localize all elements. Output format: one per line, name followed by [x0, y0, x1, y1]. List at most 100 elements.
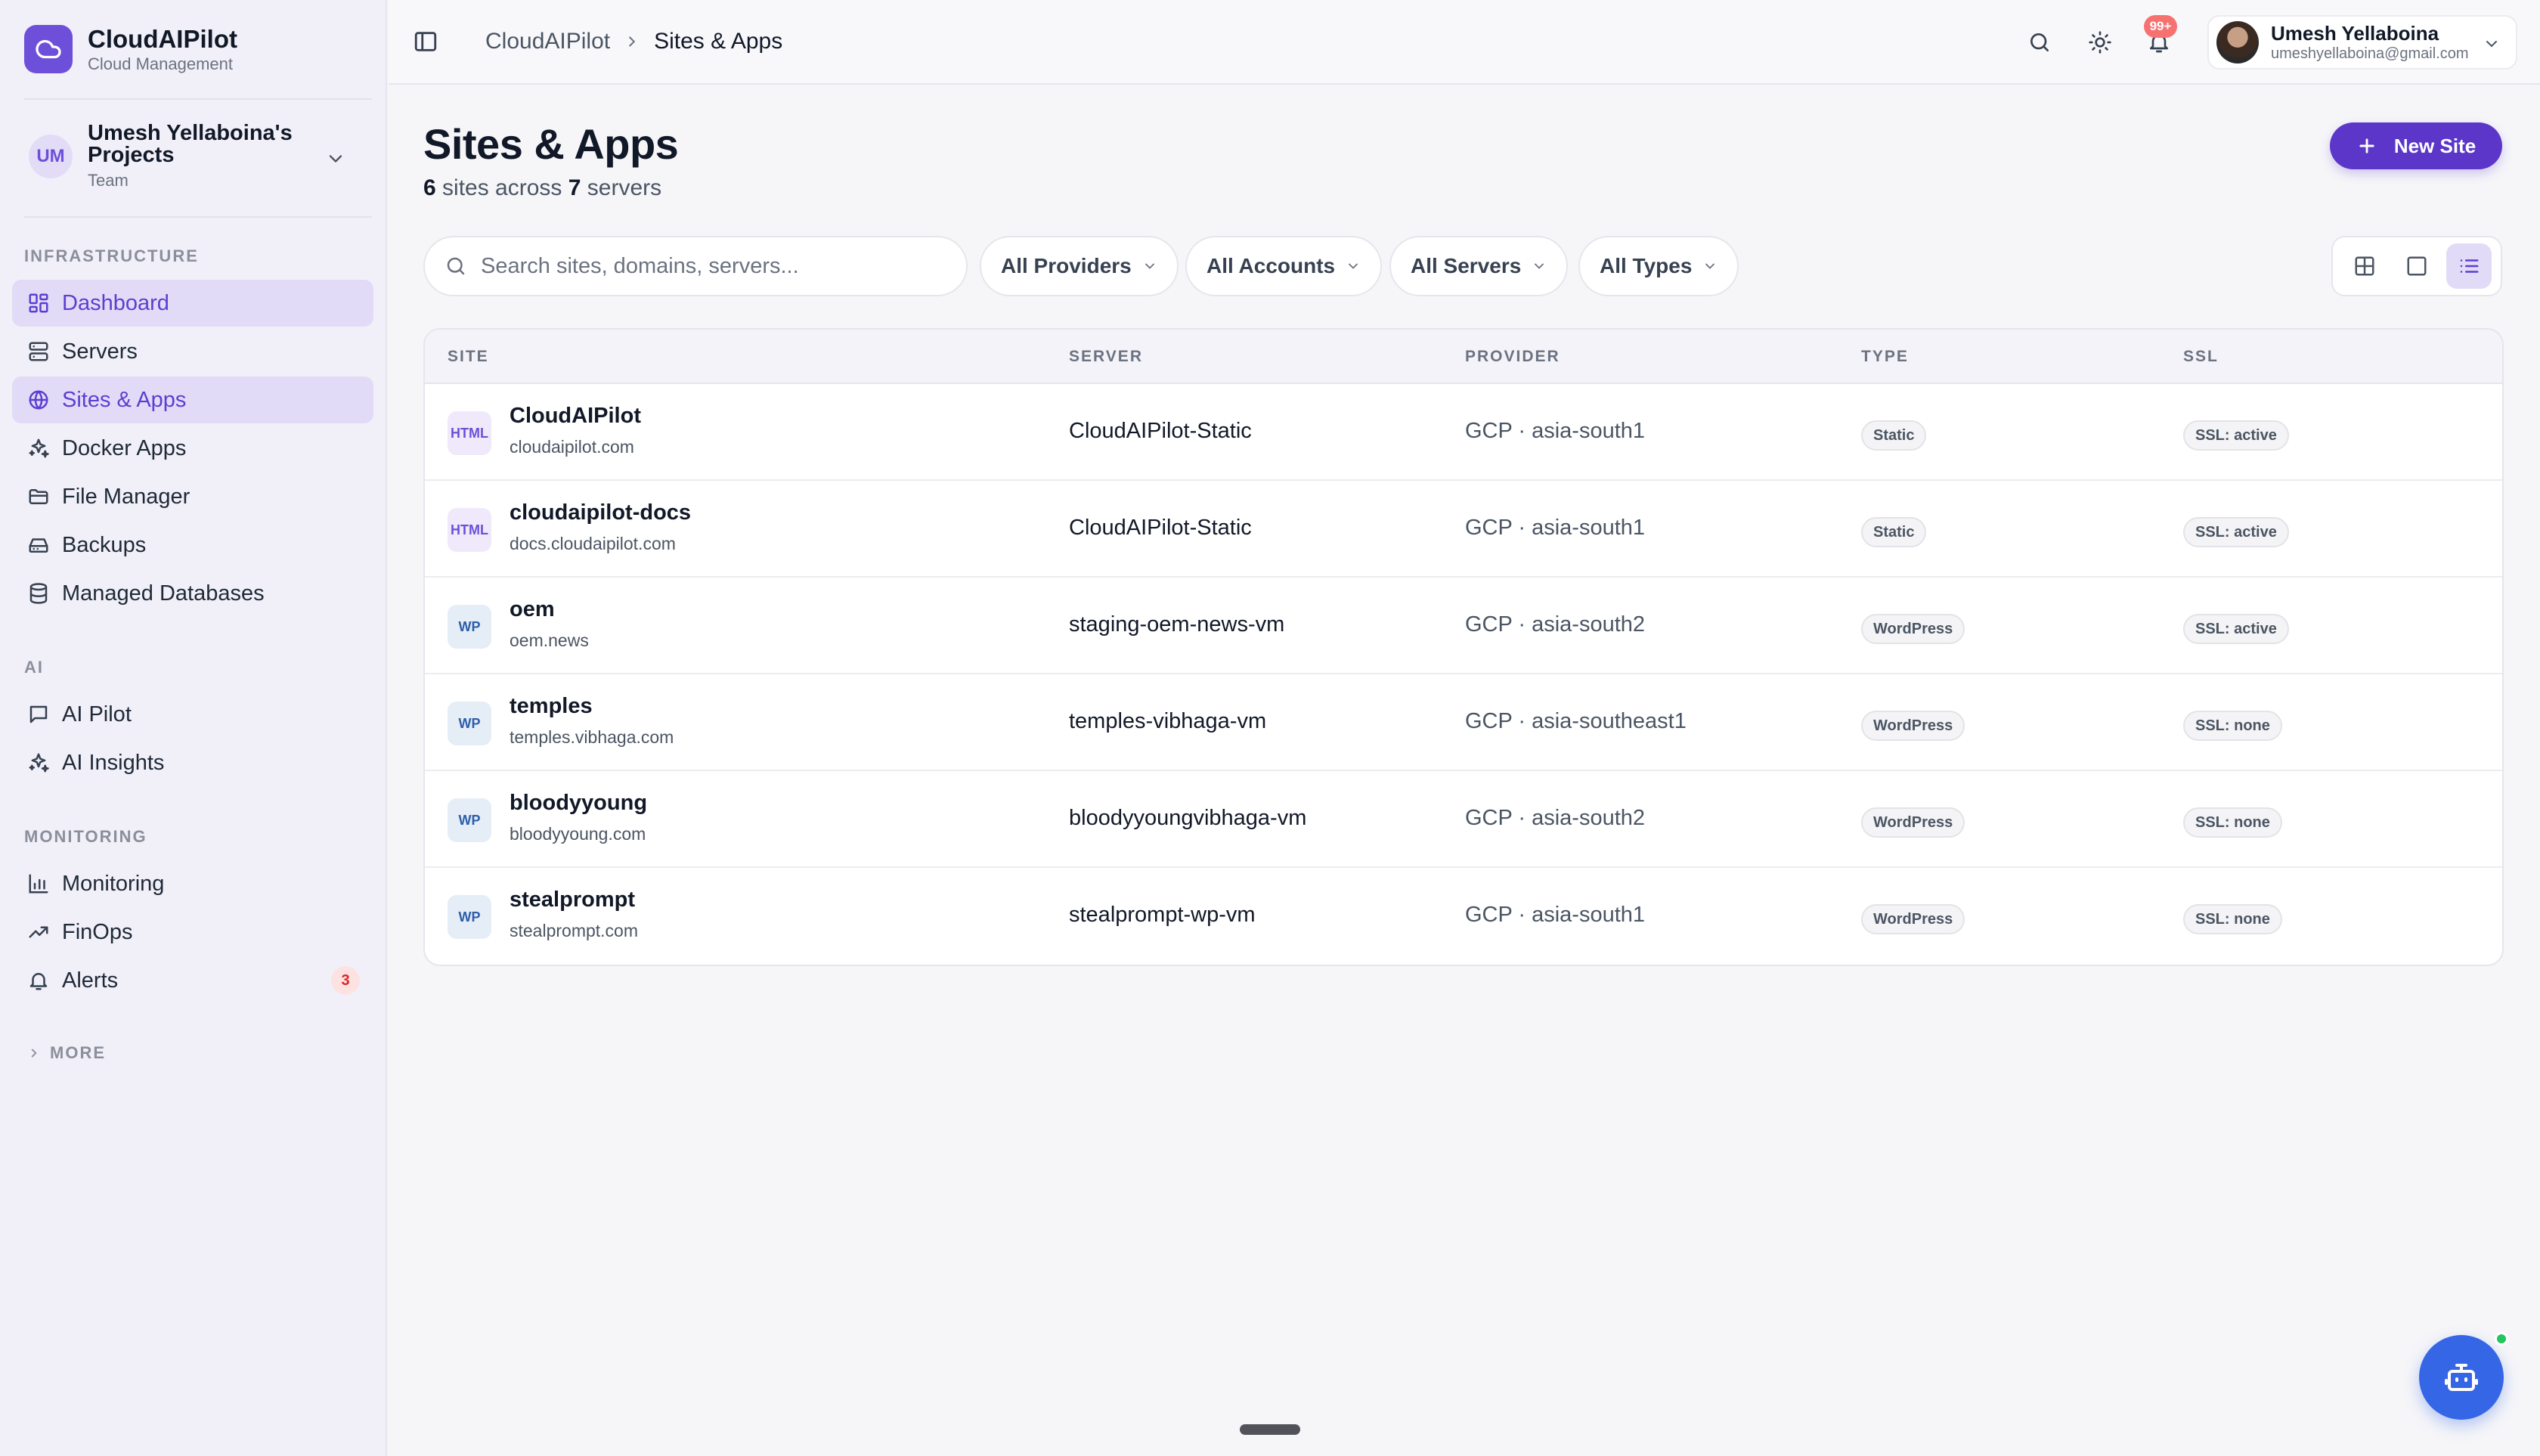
chevron-right-icon	[31, 1049, 37, 1058]
types-filter[interactable]: All Types	[1578, 236, 1739, 296]
table-row[interactable]: HTML CloudAIPilot cloudaipilot.com Cloud…	[425, 384, 2502, 481]
new-site-button[interactable]: New Site	[2330, 122, 2502, 169]
sidebar-item-label: File Manager	[62, 484, 190, 509]
brand-name: CloudAIPilot	[88, 25, 237, 53]
sidebar-item-file-manager[interactable]: File Manager	[12, 473, 373, 520]
trend-icon	[26, 919, 51, 945]
table-row[interactable]: WP temples temples.vibhaga.com temples-v…	[425, 674, 2502, 771]
project-name: Umesh Yellaboina's Projects	[88, 121, 293, 167]
site-name[interactable]: cloudaipilot-docs	[510, 500, 691, 525]
sidebar-item-managed-databases[interactable]: Managed Databases	[12, 570, 373, 617]
table-row[interactable]: WP stealprompt stealprompt.com stealprom…	[425, 868, 2502, 965]
site-name[interactable]: oem	[510, 597, 555, 622]
column-header-server[interactable]: SERVER	[1069, 348, 1143, 366]
table-row[interactable]: WP bloodyyoung bloodyyoung.com bloodyyou…	[425, 771, 2502, 868]
site-server: stealprompt-wp-vm	[1069, 903, 1256, 927]
wordpress-site-icon: WP	[448, 702, 491, 745]
sidebar-item-label: Dashboard	[62, 290, 169, 315]
accounts-filter[interactable]: All Accounts	[1185, 236, 1383, 296]
search-field[interactable]	[423, 236, 968, 296]
drag-handle[interactable]	[1240, 1424, 1300, 1435]
bell-icon	[26, 968, 51, 993]
wordpress-site-icon: WP	[448, 605, 491, 649]
column-header-site[interactable]: SITE	[448, 348, 489, 366]
user-menu[interactable]: Umesh Yellaboina umeshyellaboina@gmail.c…	[2207, 15, 2517, 70]
sidebar: CloudAIPilot Cloud Management UM Umesh Y…	[0, 0, 387, 1456]
plus-icon	[2356, 135, 2377, 156]
providers-filter[interactable]: All Providers	[980, 236, 1179, 296]
breadcrumb-root[interactable]: CloudAIPilot	[485, 29, 610, 54]
sidebar-item-ai-pilot[interactable]: AI Pilot	[12, 691, 373, 738]
notifications-badge: 99+	[2144, 15, 2177, 38]
accounts-filter-label: All Accounts	[1206, 254, 1336, 277]
sidebar-toggle-icon[interactable]	[413, 29, 438, 58]
card-view-icon[interactable]	[2394, 243, 2439, 289]
site-domain[interactable]: bloodyyoung.com	[510, 824, 646, 844]
view-toggle	[2331, 236, 2502, 296]
site-name[interactable]: CloudAIPilot	[510, 404, 641, 429]
sidebar-item-dashboard[interactable]: Dashboard	[12, 280, 373, 327]
brand[interactable]: CloudAIPilot Cloud Management	[24, 24, 237, 74]
site-server: temples-vibhaga-vm	[1069, 709, 1267, 733]
sidebar-item-label: AI Insights	[62, 750, 165, 775]
chevron-down-icon	[1346, 259, 1361, 274]
site-server: bloodyyoungvibhaga-vm	[1069, 806, 1307, 830]
bar-chart-icon	[26, 871, 51, 897]
globe-icon	[26, 387, 51, 413]
site-domain[interactable]: temples.vibhaga.com	[510, 727, 674, 748]
table-row[interactable]: HTML cloudaipilot-docs docs.cloudaipilot…	[425, 481, 2502, 578]
type-badge: WordPress	[1861, 614, 1965, 644]
user-name: Umesh Yellaboina	[2271, 22, 2439, 45]
sidebar-item-monitoring[interactable]: Monitoring	[12, 860, 373, 907]
ai-assistant-button[interactable]	[2419, 1335, 2504, 1420]
sidebar-item-alerts[interactable]: Alerts 3	[12, 957, 373, 1004]
search-icon[interactable]	[2026, 29, 2053, 56]
project-role: Team	[88, 171, 129, 190]
ssl-status-badge: SSL: active	[2183, 614, 2289, 644]
sidebar-item-backups[interactable]: Backups	[12, 522, 373, 568]
project-switcher[interactable]: UM Umesh Yellaboina's Projects Team	[29, 122, 361, 191]
site-name[interactable]: temples	[510, 694, 593, 719]
section-label-infrastructure: INFRASTRUCTURE	[24, 246, 199, 265]
more-label: MORE	[50, 1043, 106, 1062]
site-provider: GCP · asia-southeast1	[1465, 709, 1687, 733]
column-header-ssl[interactable]: SSL	[2183, 348, 2219, 366]
sun-theme-icon[interactable]	[2086, 29, 2114, 56]
sidebar-item-docker-apps[interactable]: Docker Apps	[12, 425, 373, 472]
table-row[interactable]: WP oem oem.news staging-oem-news-vm GCP …	[425, 578, 2502, 674]
servers-text: servers	[587, 175, 662, 200]
topbar: CloudAIPilot Sites & Apps 99+ Umesh Yell…	[389, 0, 2540, 85]
sidebar-item-finops[interactable]: FinOps	[12, 909, 373, 956]
chevron-right-icon	[624, 33, 640, 50]
list-view-icon[interactable]	[2446, 243, 2492, 289]
sidebar-item-servers[interactable]: Servers	[12, 328, 373, 375]
column-header-provider[interactable]: PROVIDER	[1465, 348, 1560, 366]
servers-filter-label: All Servers	[1411, 254, 1522, 277]
site-domain[interactable]: stealprompt.com	[510, 921, 638, 941]
site-provider: GCP · asia-south1	[1465, 903, 1646, 927]
sidebar-item-sites-apps[interactable]: Sites & Apps	[12, 376, 373, 423]
search-icon	[447, 257, 465, 275]
column-header-type[interactable]: TYPE	[1861, 348, 1909, 366]
sites-count: 6	[423, 175, 436, 200]
ssl-status-badge: SSL: active	[2183, 517, 2289, 547]
site-domain[interactable]: oem.news	[510, 630, 589, 651]
types-filter-label: All Types	[1600, 254, 1693, 277]
site-domain[interactable]: docs.cloudaipilot.com	[510, 534, 676, 554]
site-name[interactable]: stealprompt	[510, 888, 635, 912]
type-badge: WordPress	[1861, 904, 1965, 934]
search-input[interactable]	[481, 253, 934, 279]
site-server: staging-oem-news-vm	[1069, 612, 1285, 637]
servers-count: 7	[568, 175, 581, 200]
more-toggle[interactable]: MORE	[27, 1043, 106, 1063]
site-name[interactable]: bloodyyoung	[510, 791, 647, 816]
site-provider: GCP · asia-south1	[1465, 419, 1646, 443]
servers-filter[interactable]: All Servers	[1389, 236, 1569, 296]
grid-view-icon[interactable]	[2342, 243, 2387, 289]
ssl-status-badge: SSL: active	[2183, 420, 2289, 451]
providers-filter-label: All Providers	[1001, 254, 1132, 277]
site-domain[interactable]: cloudaipilot.com	[510, 437, 634, 457]
page-title: Sites & Apps	[423, 120, 679, 168]
sidebar-item-ai-insights[interactable]: AI Insights	[12, 739, 373, 786]
alerts-count-badge: 3	[331, 966, 360, 995]
